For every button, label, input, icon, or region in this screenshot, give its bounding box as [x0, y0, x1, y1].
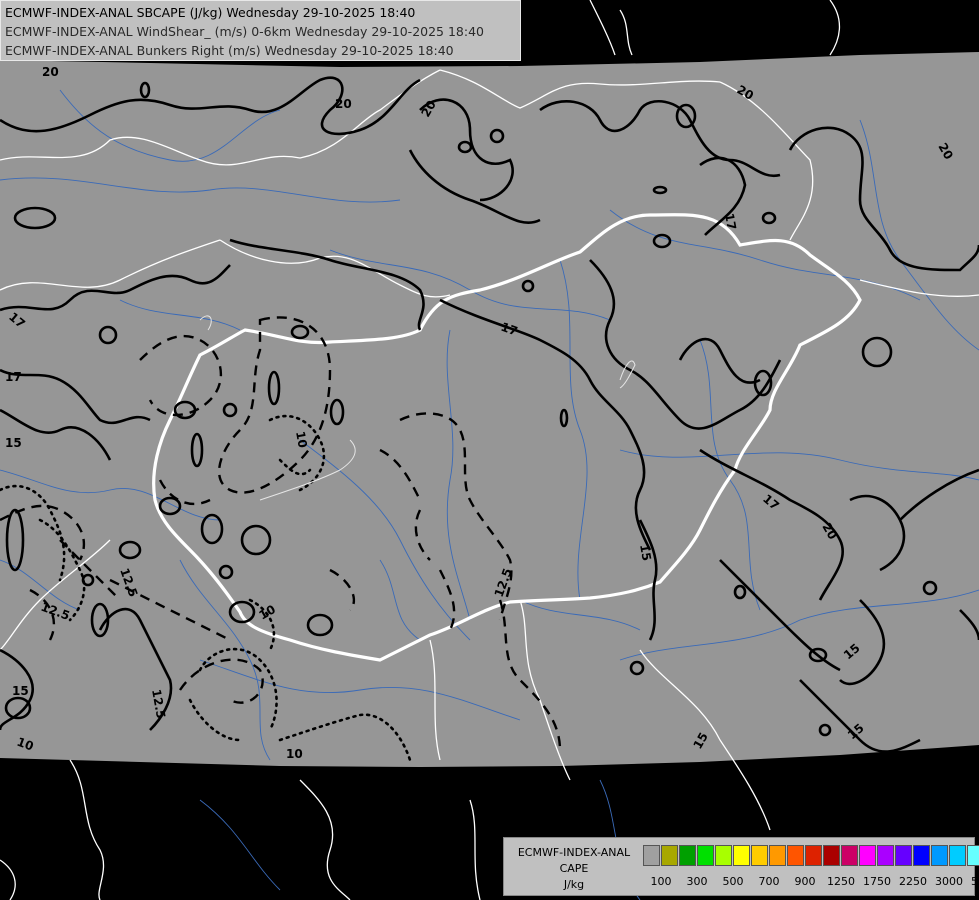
legend-swatch: [859, 845, 876, 866]
legend-unit: J/kg: [563, 878, 585, 891]
legend-swatch: [787, 845, 804, 866]
legend-tick: 300: [686, 875, 708, 888]
legend-ticks: 100 300 500 700 900 1250 1750 2250 3000 5000: [643, 875, 979, 889]
legend-tick: 1750: [863, 875, 891, 888]
legend-swatch: [967, 845, 979, 866]
legend-tick: 900: [794, 875, 816, 888]
contour-label: 15: [5, 436, 22, 450]
legend-tick: 500: [722, 875, 744, 888]
contour-label: 20: [335, 97, 352, 111]
legend-swatch: [877, 845, 894, 866]
legend-tick: 3000: [935, 875, 963, 888]
title-line-cape: ECMWF-INDEX-ANAL SBCAPE (J/kg) Wednesday…: [5, 5, 416, 20]
cape-legend: ECMWF-INDEX-ANAL CAPE J/kg 100 300 500 700 9…: [503, 837, 979, 896]
contour-label: 10: [293, 430, 310, 449]
contour-label: 15: [637, 543, 654, 562]
legend-swatch: [733, 845, 750, 866]
title-box: ECMWF-INDEX-ANAL SBCAPE (J/kg) Wednesday…: [0, 0, 521, 61]
contour-label: 17: [722, 212, 739, 231]
legend-swatch: [841, 845, 858, 866]
forecast-map: 20 20 20 20 20 20 17 17 17 17 17 15 15 1…: [0, 0, 979, 900]
contour-label: 10: [286, 747, 303, 761]
legend-swatch: [913, 845, 930, 866]
legend-tick: 700: [758, 875, 780, 888]
legend-tick: 5000: [971, 875, 979, 888]
contour-label: 15: [12, 684, 29, 698]
legend-swatch: [661, 845, 678, 866]
legend-swatch: [895, 845, 912, 866]
legend-swatch: [643, 845, 660, 866]
title-line-bunkers: ECMWF-INDEX-ANAL Bunkers Right (m/s) Wed…: [5, 43, 454, 58]
legend-swatch: [823, 845, 840, 866]
legend-swatches: [643, 845, 979, 866]
legend-tick: 100: [650, 875, 672, 888]
legend-swatch: [769, 845, 786, 866]
legend-tick: 1250: [827, 875, 855, 888]
legend-swatch: [949, 845, 966, 866]
legend-swatch: [805, 845, 822, 866]
legend-tick: 2250: [899, 875, 927, 888]
legend-swatch: [697, 845, 714, 866]
legend-swatch: [679, 845, 696, 866]
legend-swatch: [715, 845, 732, 866]
legend-parameter: CAPE: [559, 862, 589, 875]
data-domain: [0, 52, 979, 767]
contour-label: 17: [5, 370, 22, 384]
legend-swatch: [931, 845, 948, 866]
legend-title: ECMWF-INDEX-ANAL CAPE J/kg: [506, 845, 642, 893]
legend-model: ECMWF-INDEX-ANAL: [517, 846, 631, 859]
legend-swatch: [751, 845, 768, 866]
contour-label: 20: [42, 65, 59, 79]
title-line-wind-shear: ECMWF-INDEX-ANAL WindShear_ (m/s) 0-6km …: [5, 24, 484, 39]
